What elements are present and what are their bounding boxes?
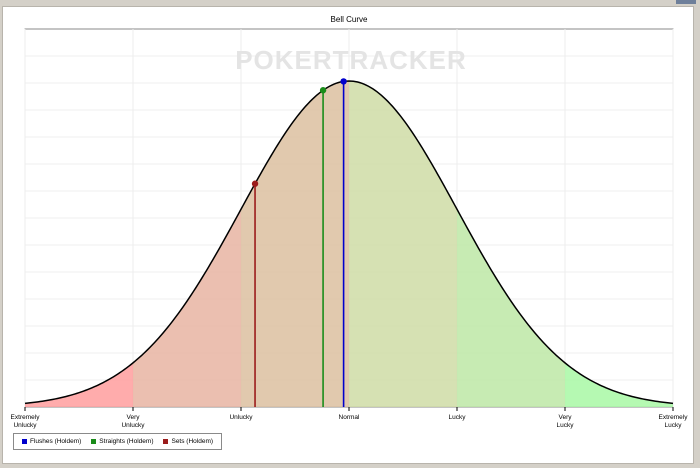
legend-swatch-straights [91,439,97,444]
series-point-2 [251,180,259,187]
legend-label-sets: Sets (Holdem) [171,438,214,445]
legend-label-flushes: Flushes (Holdem) [30,438,82,445]
tick-label: Lucky [449,414,467,421]
legend-swatch-flushes [22,439,27,444]
x-axis-ticks: Extremely Unlucky Very Unlucky Unlucky Normal… [11,407,689,429]
chart-window: Bell Curve POKERTRACKER Extremely Unlucky… [0,0,700,468]
chart-panel: Bell Curve POKERTRACKER Extremely Unlucky… [2,6,694,464]
legend-swatch-sets [163,439,169,444]
tick-label: Extremely Unlucky [11,414,41,429]
tick-label: Extremely Lucky [659,414,689,429]
watermark-text: POKERTRACKER [235,45,467,75]
tick-label: Normal [339,414,361,421]
legend-item-straights: Straights (Holdem) [91,438,153,445]
legend-item-flushes: Flushes (Holdem) [22,438,81,445]
legend: Flushes (Holdem) Straights (Holdem) Sets… [13,433,223,450]
series-point-1 [319,87,327,94]
window-corner-mark [676,0,696,4]
legend-label-straights: Straights (Holdem) [99,438,154,445]
tick-label: Very Unlucky [121,414,145,429]
tick-label: Very Lucky [557,414,575,429]
legend-item-sets: Sets (Holdem) [163,438,213,445]
tick-label: Unlucky [229,414,253,421]
series-point-0 [340,78,347,85]
bell-curve-chart: Bell Curve POKERTRACKER Extremely Unlucky… [11,15,689,429]
chart-title: Bell Curve [331,15,368,24]
